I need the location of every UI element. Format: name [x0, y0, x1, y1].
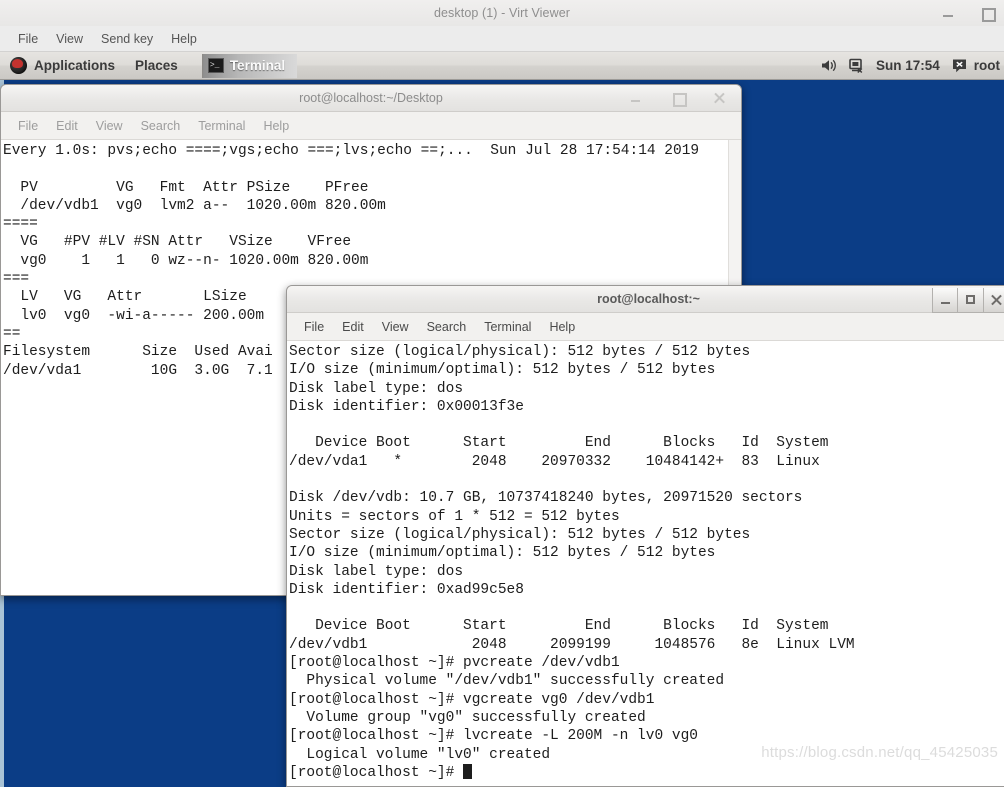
- desktop-area: root@localhost:~/Desktop File Edit View …: [0, 80, 1004, 787]
- terminal2-output: Sector size (logical/physical): 512 byte…: [289, 344, 855, 781]
- close-icon: [991, 294, 1002, 305]
- volume-icon[interactable]: [820, 57, 837, 74]
- terminal2-menu-edit[interactable]: Edit: [333, 317, 373, 337]
- terminal1-menu-help[interactable]: Help: [254, 116, 298, 136]
- applications-menu-label: Applications: [34, 58, 116, 73]
- terminal1-menubar: File Edit View Search Terminal Help: [1, 112, 741, 140]
- panel-clock[interactable]: Sun 17:54: [876, 58, 940, 73]
- virt-viewer-window: desktop (1) - Virt Viewer File View Send…: [0, 0, 1004, 787]
- terminal2-body[interactable]: Sector size (logical/physical): 512 byte…: [287, 341, 1004, 786]
- menu-view[interactable]: View: [47, 30, 92, 48]
- terminal1-menu-view[interactable]: View: [87, 116, 132, 136]
- terminal2-titlebar[interactable]: root@localhost:~: [287, 286, 1004, 313]
- terminal2-menu-view[interactable]: View: [373, 317, 418, 337]
- virt-viewer-window-controls: [942, 0, 996, 26]
- minimize-button[interactable]: [932, 287, 958, 313]
- panel-user-menu[interactable]: root: [951, 57, 1000, 74]
- taskbar-item-terminal[interactable]: >_ Terminal: [201, 53, 298, 78]
- minimize-icon: [940, 301, 950, 304]
- places-menu-label: Places: [135, 58, 178, 73]
- virt-viewer-titlebar: desktop (1) - Virt Viewer: [0, 0, 1004, 26]
- minimize-icon[interactable]: [942, 7, 955, 20]
- menu-file[interactable]: File: [9, 30, 47, 48]
- gnome-top-panel: Applications Places >_ Terminal Sun 17:5…: [0, 52, 1004, 80]
- fedora-logo-icon: [10, 57, 27, 74]
- applications-menu[interactable]: Applications: [0, 52, 125, 80]
- terminal1-menu-file[interactable]: File: [9, 116, 47, 136]
- terminal2-menu-terminal[interactable]: Terminal: [475, 317, 540, 337]
- terminal2-title: root@localhost:~: [597, 292, 700, 306]
- close-icon[interactable]: [714, 92, 727, 105]
- terminal2-window-controls: [932, 286, 1004, 313]
- terminal-icon: >_: [207, 58, 224, 73]
- maximize-button[interactable]: [958, 287, 984, 313]
- maximize-icon: [966, 295, 975, 304]
- terminal2-menubar: File Edit View Search Terminal Help: [287, 313, 1004, 341]
- minimize-icon[interactable]: [630, 92, 643, 105]
- terminal2-menu-file[interactable]: File: [295, 317, 333, 337]
- menu-help[interactable]: Help: [162, 30, 206, 48]
- terminal1-window-controls: [630, 85, 727, 112]
- panel-right-group: Sun 17:54 root: [820, 52, 1004, 80]
- places-menu[interactable]: Places: [125, 52, 188, 80]
- close-button[interactable]: [984, 287, 1004, 313]
- menu-send-key[interactable]: Send key: [92, 30, 162, 48]
- virt-viewer-menubar: File View Send key Help: [0, 26, 1004, 52]
- terminal1-menu-terminal[interactable]: Terminal: [189, 116, 254, 136]
- maximize-icon[interactable]: [981, 7, 996, 22]
- terminal1-title: root@localhost:~/Desktop: [299, 91, 443, 105]
- terminal2-menu-search[interactable]: Search: [418, 317, 476, 337]
- terminal-cursor: [463, 763, 472, 779]
- taskbar-item-terminal-label: Terminal: [229, 58, 286, 73]
- terminal1-menu-edit[interactable]: Edit: [47, 116, 87, 136]
- terminal1-titlebar[interactable]: root@localhost:~/Desktop: [1, 85, 741, 112]
- network-disconnected-icon[interactable]: [848, 57, 865, 74]
- terminal-window-home[interactable]: root@localhost:~ File Edit View Search T…: [286, 285, 1004, 787]
- maximize-icon[interactable]: [672, 92, 687, 107]
- user-status-icon: [951, 57, 968, 74]
- virt-viewer-title: desktop (1) - Virt Viewer: [433, 6, 571, 20]
- terminal1-menu-search[interactable]: Search: [132, 116, 190, 136]
- terminal2-menu-help[interactable]: Help: [540, 317, 584, 337]
- panel-left-group: Applications Places >_ Terminal: [0, 52, 298, 80]
- panel-user-label: root: [973, 58, 1000, 73]
